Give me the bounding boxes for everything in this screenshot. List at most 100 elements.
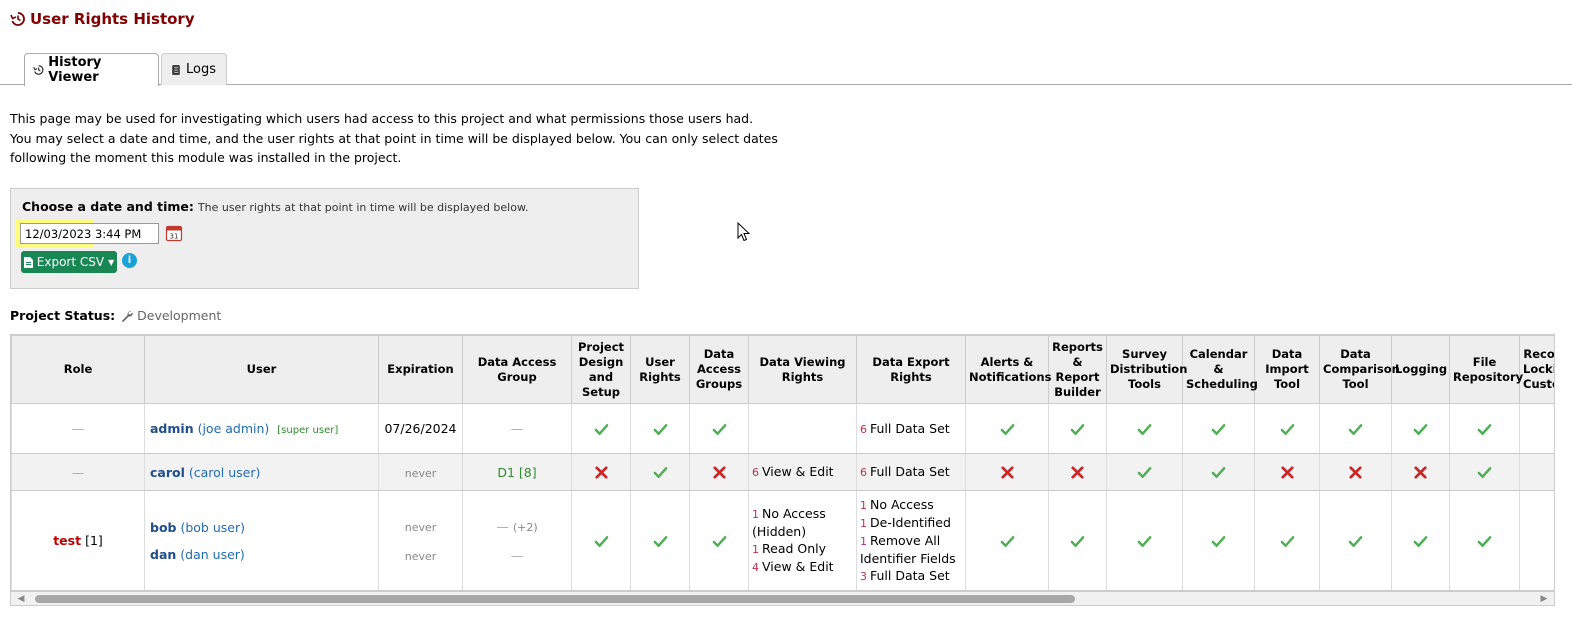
perm-logging	[1391, 403, 1450, 454]
user-username-link[interactable]: admin	[150, 421, 194, 436]
tab-logs[interactable]: Logs	[161, 53, 227, 85]
viewing-count: 4	[752, 561, 759, 574]
export-count: 1	[860, 535, 867, 548]
check-icon	[653, 467, 667, 478]
col-header[interactable]: Data Comparison Tool	[1319, 335, 1400, 404]
export-csv-button[interactable]: Export CSV ▼	[21, 251, 117, 273]
horizontal-scrollbar[interactable]: ◀ ▶	[10, 591, 1555, 606]
viewing-label: View & Edit	[762, 559, 834, 574]
perm-calendar	[1182, 453, 1255, 491]
perm-record-locking	[1519, 490, 1554, 591]
export-label: De-Identified	[870, 515, 951, 530]
check-icon	[653, 535, 667, 547]
perm-alerts	[965, 403, 1049, 454]
user-username-link[interactable]: carol	[150, 465, 185, 480]
export-right-item: 3 Full Data Set	[860, 567, 962, 585]
viewing-label: Read Only	[762, 541, 827, 556]
check-icon	[1137, 467, 1152, 478]
perm-survey	[1106, 403, 1183, 454]
col-header[interactable]: Calendar & Scheduling	[1182, 335, 1258, 404]
table-row: test [1] bob (bob user) dan (dan user) n…	[11, 490, 1554, 591]
user-fullname: (bob user)	[180, 519, 245, 535]
check-icon	[1211, 467, 1226, 478]
check-icon	[594, 535, 608, 547]
picker-label: Choose a date and time: The user rights a…	[22, 199, 528, 214]
user-rights-table: Role User Expiration Data Access Group P…	[10, 334, 1555, 591]
export-right-item: 1 Remove All	[860, 532, 962, 550]
tab-history-viewer[interactable]: History Viewer	[24, 53, 159, 86]
perm-calendar	[1182, 490, 1255, 591]
perm-design-cross	[571, 453, 631, 491]
scrollbar-thumb[interactable]	[35, 595, 1075, 603]
perm-dags-cross	[689, 453, 749, 491]
perm-reports	[1048, 453, 1107, 491]
viewing-right-item: 1 No Access	[752, 505, 853, 523]
history-icon	[10, 12, 25, 26]
cross-icon	[1414, 466, 1427, 479]
viewing-label: View & Edit	[762, 464, 834, 479]
table-row: — admin (joe admin) [super user] 07/26/2…	[11, 403, 1554, 454]
perm-design-check	[571, 490, 631, 591]
col-header[interactable]: Alerts & Notifications	[965, 335, 1051, 404]
col-header[interactable]: Data Viewing Rights	[748, 335, 857, 404]
check-icon	[1413, 535, 1428, 547]
perm-user-rights-check	[630, 453, 690, 491]
cross-icon	[1280, 466, 1294, 479]
perm-comparison	[1319, 403, 1392, 454]
col-header[interactable]: File Repository	[1449, 335, 1523, 404]
perm-user-rights-check	[630, 490, 690, 591]
col-header[interactable]: Data Access Group	[462, 335, 572, 404]
datetime-input[interactable]: 12/03/2023 3:44 PM	[20, 223, 159, 244]
perm-alerts	[965, 453, 1049, 491]
perm-import	[1254, 403, 1320, 454]
dag-empty: —	[510, 547, 524, 563]
col-header[interactable]: Data Access Groups	[689, 335, 749, 404]
data-viewing-cell: 6 View & Edit	[748, 453, 857, 491]
perm-comparison	[1319, 453, 1392, 491]
role-name-link[interactable]: test	[53, 533, 81, 548]
scroll-right-icon[interactable]: ▶	[1538, 593, 1550, 605]
data-export-cell: 1 No Access 1 De-Identified 1 Remove All Id…	[856, 490, 966, 591]
perm-logging	[1391, 490, 1450, 591]
user-username-link[interactable]: dan	[150, 547, 176, 562]
col-header[interactable]: Survey Distribution Tools	[1106, 335, 1187, 404]
col-header[interactable]: User Rights	[630, 335, 690, 404]
dag-empty: —	[510, 421, 524, 436]
cross-icon	[1071, 466, 1084, 479]
project-status-value: Development	[121, 308, 221, 323]
calendar-icon[interactable]: 31	[165, 224, 183, 242]
info-glyph: i	[127, 255, 132, 266]
col-header[interactable]: Role	[11, 335, 145, 404]
perm-comparison	[1319, 490, 1392, 591]
scroll-left-icon[interactable]: ◀	[15, 593, 27, 605]
col-header[interactable]: Project Design and Setup	[571, 335, 631, 404]
col-header[interactable]: Expiration	[378, 335, 463, 404]
user-cell: admin (joe admin) [super user]	[144, 403, 379, 454]
col-header[interactable]: Reports & Report Builder	[1048, 335, 1107, 404]
expiration-never: never	[404, 466, 437, 480]
info-icon[interactable]: i	[122, 253, 137, 268]
col-header[interactable]: Data Export Rights	[856, 335, 966, 404]
check-icon	[1348, 423, 1363, 435]
col-header[interactable]: Data Import Tool	[1254, 335, 1320, 404]
dag-extra-count: (+2)	[512, 520, 538, 534]
check-icon	[1477, 423, 1492, 435]
col-header[interactable]: Logging	[1391, 335, 1450, 404]
export-label: Full Data Set	[870, 568, 950, 583]
viewing-label: No Access	[762, 506, 826, 521]
export-label: Full Data Set	[870, 464, 950, 479]
user-username-link[interactable]: bob	[150, 520, 176, 535]
role-cell: —	[11, 453, 145, 491]
col-header[interactable]: Record Locking Customization	[1519, 335, 1554, 404]
col-header[interactable]: User	[144, 335, 379, 404]
dag-value: D1 [8]	[497, 464, 537, 480]
perm-logging	[1391, 453, 1450, 491]
expiration-cell: never	[378, 453, 463, 491]
expiration-never: never	[404, 549, 437, 563]
export-count: 6	[860, 422, 867, 436]
viewing-right-item: 1 Read Only	[752, 540, 853, 558]
perm-import	[1254, 490, 1320, 591]
datetime-value: 12/03/2023 3:44 PM	[25, 226, 142, 241]
expiration-cell: 07/26/2024	[378, 403, 463, 454]
tab-bar: History Viewer Logs	[0, 52, 1572, 86]
